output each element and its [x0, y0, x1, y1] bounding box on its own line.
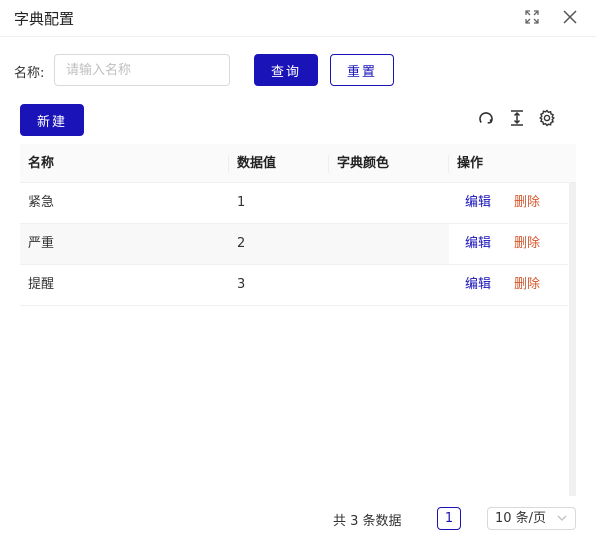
density-button[interactable] — [507, 108, 527, 128]
cell-actions: 编辑 删除 — [449, 265, 568, 305]
column-header-color: 字典颜色 — [337, 156, 390, 171]
table-header: 名称 数据值 字典颜色 操作 — [20, 144, 576, 183]
cell-value: 3 — [237, 277, 246, 292]
cell-color — [329, 224, 337, 264]
reset-button[interactable]: 重置 — [330, 54, 394, 86]
table-row: 提醒 3 编辑 删除 — [20, 265, 568, 306]
page-size-value: 10 条/页 — [495, 511, 547, 526]
cell-value: 2 — [237, 236, 246, 251]
table-row: 严重 2 编辑 删除 — [20, 224, 568, 265]
refresh-icon — [479, 112, 493, 124]
name-search-input[interactable] — [54, 54, 230, 86]
page-size-select[interactable]: 10 条/页 — [487, 507, 576, 530]
name-search-label: 名称: — [14, 66, 45, 81]
query-button[interactable]: 查询 — [254, 54, 318, 86]
cell-name: 严重 — [28, 236, 55, 251]
close-button[interactable] — [560, 7, 580, 27]
refresh-button[interactable] — [476, 108, 496, 128]
expand-button[interactable] — [522, 7, 542, 27]
dialog-title: 字典配置 — [14, 10, 75, 28]
cell-color — [329, 183, 337, 223]
table-row: 紧急 1 编辑 删除 — [20, 183, 568, 224]
column-height-icon — [511, 110, 523, 126]
cell-color — [329, 265, 337, 305]
cell-name: 提醒 — [28, 277, 55, 292]
pagination-total: 共 3 条数据 — [333, 514, 402, 529]
dictionary-table: 名称 数据值 字典颜色 操作 紧急 1 编辑 删除 严重 2 编辑 删除 提醒 … — [20, 144, 576, 496]
edit-link[interactable]: 编辑 — [465, 224, 491, 264]
column-header-actions: 操作 — [457, 156, 484, 171]
edit-link[interactable]: 编辑 — [465, 265, 491, 305]
cell-name: 紧急 — [28, 195, 55, 210]
table-scrollbar[interactable] — [569, 183, 576, 496]
cell-actions: 编辑 删除 — [449, 224, 568, 264]
new-button[interactable]: 新建 — [20, 104, 84, 136]
delete-link[interactable]: 删除 — [514, 183, 540, 223]
cell-actions: 编辑 删除 — [449, 183, 568, 223]
expand-icon — [525, 10, 539, 24]
close-icon — [563, 10, 577, 24]
dialog-titlebar: 字典配置 — [0, 0, 596, 37]
chevron-down-icon — [557, 515, 567, 521]
settings-button[interactable] — [537, 108, 557, 128]
settings-icon — [539, 109, 555, 127]
column-header-name: 名称 — [28, 156, 55, 171]
pagination-page-1[interactable]: 1 — [437, 507, 461, 530]
cell-value: 1 — [237, 195, 246, 210]
delete-link[interactable]: 删除 — [514, 265, 540, 305]
delete-link[interactable]: 删除 — [514, 224, 540, 264]
edit-link[interactable]: 编辑 — [465, 183, 491, 223]
column-header-value: 数据值 — [237, 156, 277, 171]
